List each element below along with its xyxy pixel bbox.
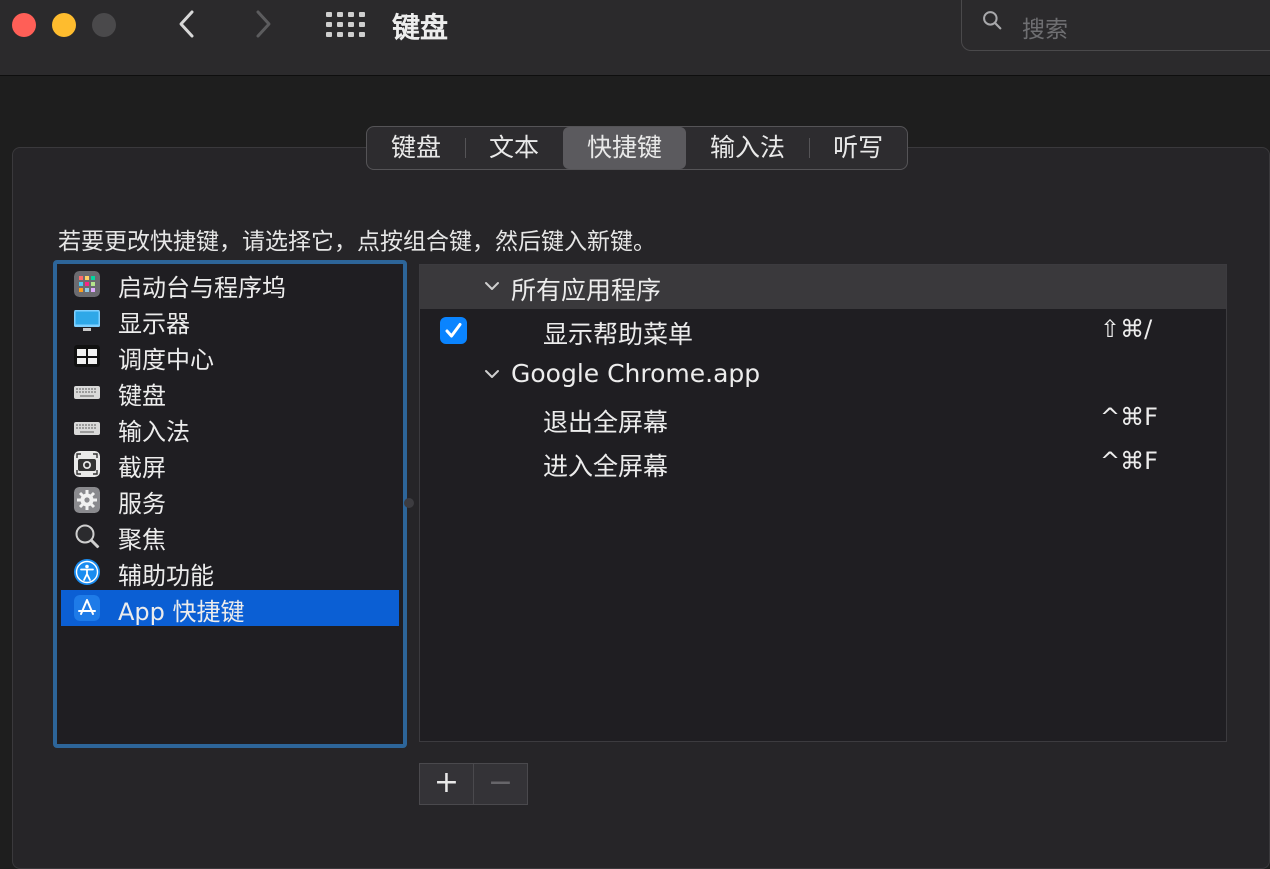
shortcut-label: 退出全屏幕 <box>543 408 669 437</box>
shortcut-keys[interactable]: ^⌘F <box>1100 403 1158 431</box>
shortcut-row[interactable]: 显示帮助菜单 ⇧⌘/ <box>420 309 1226 353</box>
shortcuts-table[interactable]: 所有应用程序 显示帮助菜单 ⇧⌘/ Google Chrome.app 退出全屏… <box>419 264 1227 742</box>
category-label: App 快捷键 <box>118 598 245 626</box>
category-label: 输入法 <box>118 418 190 446</box>
chevron-down-icon[interactable] <box>483 277 501 295</box>
group-label: Google Chrome.app <box>511 359 761 388</box>
forward-button[interactable] <box>248 4 278 44</box>
tab-bar: 键盘 文本 快捷键 输入法 听写 <box>366 126 909 170</box>
split-view-divider[interactable] <box>404 498 414 508</box>
search-icon <box>983 11 1002 30</box>
category-services[interactable]: 服务 <box>61 482 399 518</box>
category-label: 服务 <box>118 490 166 518</box>
title-bar: 键盘 搜索 <box>0 0 1270 76</box>
category-mission-control[interactable]: 调度中心 <box>61 338 399 374</box>
shortcut-label: 进入全屏幕 <box>543 452 669 481</box>
display-icon <box>74 310 100 331</box>
screenshot-icon <box>74 451 100 477</box>
shortcut-label: 显示帮助菜单 <box>543 320 694 349</box>
shortcut-category-list[interactable]: 启动台与程序坞 显示器 调度中心 键盘 输入法 截屏 服务 聚焦 辅助功能 Ap… <box>53 260 407 748</box>
minimize-window-button[interactable] <box>52 13 76 37</box>
checkmark-icon <box>445 323 462 338</box>
launchpad-icon <box>74 271 100 297</box>
shortcut-row[interactable]: 进入全屏幕 ^⌘F <box>420 441 1226 485</box>
category-screenshots[interactable]: 截屏 <box>61 446 399 482</box>
back-button[interactable] <box>172 4 202 44</box>
category-label: 显示器 <box>118 310 190 338</box>
search-placeholder: 搜索 <box>1022 17 1068 43</box>
category-label: 调度中心 <box>118 346 214 374</box>
keyboard-icon <box>74 422 100 435</box>
tab-text[interactable]: 文本 <box>465 127 563 169</box>
shortcut-enabled-checkbox[interactable] <box>440 317 467 344</box>
category-label: 辅助功能 <box>118 562 214 590</box>
category-label: 启动台与程序坞 <box>118 274 286 302</box>
category-label: 截屏 <box>118 454 166 482</box>
instructions-text: 若要更改快捷键，请选择它，点按组合键，然后键入新键。 <box>58 229 656 255</box>
chevron-down-icon[interactable] <box>483 365 501 383</box>
remove-shortcut-button[interactable]: − <box>474 764 527 804</box>
group-row-chrome[interactable]: Google Chrome.app <box>420 353 1226 397</box>
shortcut-keys[interactable]: ⇧⌘/ <box>1100 315 1152 343</box>
category-label: 键盘 <box>118 382 166 410</box>
category-launchpad[interactable]: 启动台与程序坞 <box>61 266 399 302</box>
shortcut-keys[interactable]: ^⌘F <box>1100 447 1158 475</box>
chevron-right-icon <box>256 10 271 38</box>
app-store-icon <box>74 595 100 621</box>
category-accessibility[interactable]: 辅助功能 <box>61 554 399 590</box>
zoom-window-button[interactable] <box>92 13 116 37</box>
tab-keyboard[interactable]: 键盘 <box>367 127 465 169</box>
keyboard-icon <box>74 386 100 399</box>
tab-dictation[interactable]: 听写 <box>809 127 907 169</box>
mission-control-icon <box>74 345 100 367</box>
tab-shortcuts[interactable]: 快捷键 <box>563 127 687 169</box>
accessibility-icon <box>74 559 100 585</box>
add-shortcut-button[interactable]: + <box>420 764 474 804</box>
shortcut-row[interactable]: 退出全屏幕 ^⌘F <box>420 397 1226 441</box>
category-displays[interactable]: 显示器 <box>61 302 399 338</box>
close-window-button[interactable] <box>12 13 36 37</box>
group-label: 所有应用程序 <box>511 276 662 305</box>
magnifier-icon <box>75 524 100 549</box>
category-spotlight[interactable]: 聚焦 <box>61 518 399 554</box>
gear-icon <box>74 487 100 513</box>
category-label: 聚焦 <box>118 526 166 554</box>
group-row-all-apps[interactable]: 所有应用程序 <box>420 265 1226 309</box>
tab-input-sources[interactable]: 输入法 <box>686 127 809 169</box>
category-app-shortcuts[interactable]: App 快捷键 <box>61 590 399 626</box>
category-keyboard[interactable]: 键盘 <box>61 374 399 410</box>
search-field[interactable]: 搜索 <box>961 0 1270 51</box>
chevron-left-icon <box>179 10 194 38</box>
show-all-grid-icon[interactable] <box>326 12 365 38</box>
add-remove-buttons: + − <box>419 763 528 805</box>
window-title: 键盘 <box>392 11 449 44</box>
category-input-sources[interactable]: 输入法 <box>61 410 399 446</box>
